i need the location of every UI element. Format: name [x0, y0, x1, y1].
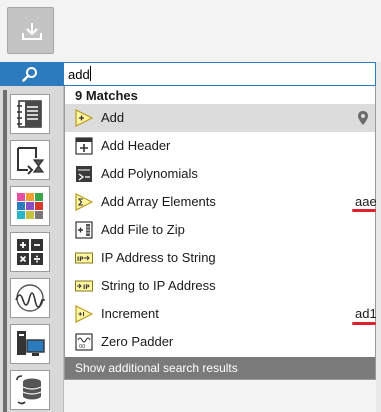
- palette-item-notebook[interactable]: [10, 94, 50, 134]
- palette-item-arrays[interactable]: [10, 186, 50, 226]
- search-icon: [22, 67, 37, 82]
- palette-item-data[interactable]: [10, 370, 50, 410]
- matches-count: 9 Matches: [75, 88, 138, 103]
- result-label: Add Polynomials: [101, 166, 198, 181]
- polynomial-icon: [76, 166, 92, 182]
- result-alias: aae: [355, 194, 377, 209]
- show-more-results-link[interactable]: Show additional search results: [65, 357, 375, 379]
- result-alias: ad1: [355, 306, 377, 321]
- ip-to-string-icon: IP: [75, 252, 93, 264]
- palette-item-io[interactable]: [10, 324, 50, 364]
- pin-icon[interactable]: [357, 110, 369, 126]
- toolbar: [0, 0, 381, 62]
- result-item-increment[interactable]: Increment ad1: [65, 300, 377, 328]
- text-caret: [90, 66, 91, 81]
- result-item-zero-padder[interactable]: 00 Zero Padder: [65, 328, 375, 356]
- search-results-panel: 9 Matches Add Add Header Add Polynomials: [64, 86, 377, 380]
- search-button[interactable]: [0, 62, 64, 86]
- svg-text:IP: IP: [83, 284, 90, 291]
- notebook-icon: [17, 100, 42, 128]
- result-label: Add: [101, 110, 125, 125]
- loop-timer-icon: [17, 147, 45, 175]
- database-sync-icon: [16, 375, 42, 405]
- search-input[interactable]: [64, 62, 376, 86]
- result-item-add-header[interactable]: Add Header: [65, 132, 375, 160]
- result-label: Add Header: [101, 138, 171, 153]
- result-item-string-to-ip-address[interactable]: IP String to IP Address: [65, 272, 375, 300]
- window-edge: [376, 62, 381, 412]
- computer-io-icon: [17, 331, 45, 356]
- svg-text:00: 00: [79, 344, 85, 350]
- calculator-icon: [17, 239, 43, 265]
- string-to-ip-icon: IP: [75, 280, 93, 292]
- alias-underline-aae: [352, 209, 376, 212]
- result-label: Zero Padder: [101, 334, 174, 349]
- add-header-icon: [75, 137, 93, 155]
- alias-underline-ad1: [352, 322, 376, 325]
- result-item-ip-address-to-string[interactable]: IP IP Address to String: [65, 244, 375, 272]
- download-button[interactable]: [7, 7, 54, 54]
- color-grid-icon: [17, 193, 43, 219]
- svg-text:IP: IP: [77, 256, 84, 263]
- result-label: IP Address to String: [101, 250, 216, 265]
- result-item-add-file-to-zip[interactable]: Add File to Zip: [65, 216, 375, 244]
- increment-triangle-icon: [75, 305, 93, 323]
- palette-item-structures[interactable]: [10, 140, 50, 180]
- zip-file-icon: [75, 221, 93, 239]
- result-label: String to IP Address: [101, 278, 216, 293]
- result-item-add-array-elements[interactable]: Add Array Elements aae: [65, 188, 377, 216]
- result-label: Add Array Elements: [101, 194, 216, 209]
- result-label: Add File to Zip: [101, 222, 185, 237]
- result-item-add[interactable]: Add: [65, 104, 375, 132]
- palette-sidebar: [0, 86, 64, 412]
- download-icon: [22, 23, 42, 40]
- palette-item-numeric[interactable]: [10, 232, 50, 272]
- result-label: Increment: [101, 306, 159, 321]
- palette-rail: [3, 90, 7, 412]
- add-triangle-icon: [75, 109, 93, 127]
- sum-triangle-icon: [75, 193, 93, 211]
- result-item-add-polynomials[interactable]: Add Polynomials: [65, 160, 375, 188]
- waveform-icon: [15, 284, 45, 312]
- zero-padder-icon: 00: [75, 333, 93, 351]
- palette-item-signal[interactable]: [10, 278, 50, 318]
